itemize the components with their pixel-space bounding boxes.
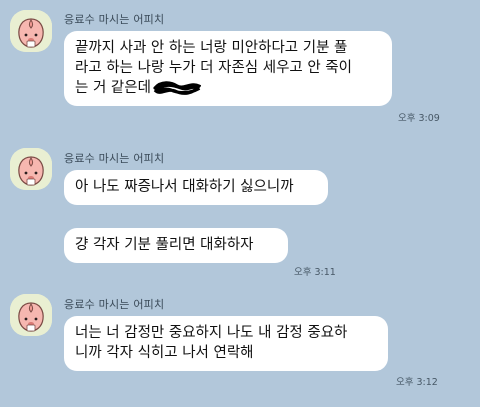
apeach-character-icon <box>10 148 52 190</box>
apeach-character-icon <box>10 294 52 336</box>
message-line-with-redaction: 는 거 같은데 <box>75 78 381 98</box>
sender-name: 응료수 마시는 어피치 <box>64 298 165 311</box>
avatar-apeach[interactable] <box>10 10 52 52</box>
message-time: 오후 3:11 <box>294 267 336 278</box>
message-line: 끝까지 사과 안 하는 너랑 미안하다고 기분 풀 <box>75 40 348 56</box>
message-bubble[interactable]: 끝까지 사과 안 하는 너랑 미안하다고 기분 풀 라고 하는 나랑 누가 더 … <box>64 31 392 106</box>
avatar-apeach[interactable] <box>10 148 52 190</box>
message-bubble[interactable]: 너는 너 감정만 중요하지 나도 내 감정 중요하 니까 각자 식히고 나서 연… <box>64 316 388 371</box>
message-line: 걍 각자 기분 풀리면 대화하자 <box>75 237 254 253</box>
message-time: 오후 3:12 <box>396 377 438 388</box>
message-bubble[interactable]: 아 나도 짜증나서 대화하기 싫으니까 <box>64 170 328 205</box>
message-line: 아 나도 짜증나서 대화하기 싫으니까 <box>75 179 294 195</box>
message-line: 라고 하는 나랑 누가 더 자존심 세우고 안 죽이 <box>75 60 352 76</box>
scribble-redaction <box>153 81 201 95</box>
message-line-text: 는 거 같은데 <box>75 80 151 96</box>
avatar-apeach[interactable] <box>10 294 52 336</box>
sender-name: 응료수 마시는 어피치 <box>64 13 165 26</box>
message-bubble[interactable]: 걍 각자 기분 풀리면 대화하자 <box>64 228 288 263</box>
message-line: 너는 너 감정만 중요하지 나도 내 감정 중요하 <box>75 325 348 341</box>
message-time: 오후 3:09 <box>398 113 440 124</box>
sender-name: 응료수 마시는 어피치 <box>64 152 165 165</box>
message-line: 니까 각자 식히고 나서 연락해 <box>75 345 254 361</box>
apeach-character-icon <box>10 10 52 52</box>
